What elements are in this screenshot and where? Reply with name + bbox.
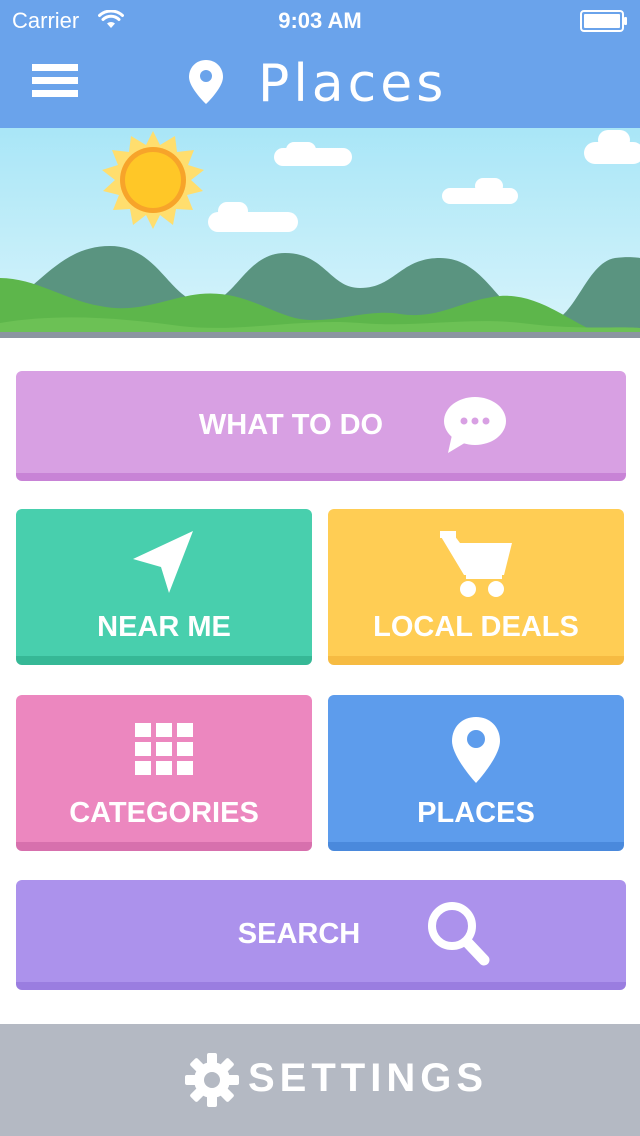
search-label: SEARCH	[237, 918, 361, 950]
landscape-banner	[0, 128, 640, 338]
chat-bubble-icon	[444, 397, 506, 453]
battery-icon	[580, 10, 627, 32]
places-label: PLACES	[417, 797, 535, 829]
search-button[interactable]: SEARCH	[16, 880, 626, 990]
header: Carrier 9:03 AM Places	[0, 0, 640, 128]
page-title: Places	[258, 54, 448, 114]
categories-label: CATEGORIES	[69, 797, 259, 829]
settings-button[interactable]: SETTINGS	[0, 1024, 640, 1136]
hamburger-menu-icon[interactable]	[32, 64, 78, 102]
status-bar: Carrier 9:03 AM	[0, 0, 640, 40]
app-screen: Carrier 9:03 AM Places WHAT TO DO NEAR M…	[0, 0, 640, 1136]
categories-button[interactable]: CATEGORIES	[16, 695, 312, 851]
settings-label: SETTINGS	[248, 1056, 489, 1100]
landscape-illustration	[0, 128, 640, 338]
shopping-cart-icon	[328, 529, 624, 604]
nav-bar: Places	[0, 40, 640, 128]
status-time: 9:03 AM	[278, 8, 362, 33]
map-pin-icon	[189, 60, 223, 104]
places-button[interactable]: PLACES	[328, 695, 624, 851]
local-deals-button[interactable]: LOCAL DEALS	[328, 509, 624, 665]
what-to-do-button[interactable]: WHAT TO DO	[16, 371, 626, 481]
gear-icon	[185, 1053, 239, 1107]
location-arrow-icon	[16, 529, 312, 600]
grid-icon	[16, 715, 312, 782]
search-icon	[428, 902, 490, 966]
near-me-button[interactable]: NEAR ME	[16, 509, 312, 665]
near-me-label: NEAR ME	[97, 611, 231, 643]
map-pin-icon	[328, 715, 624, 790]
local-deals-label: LOCAL DEALS	[373, 611, 579, 643]
